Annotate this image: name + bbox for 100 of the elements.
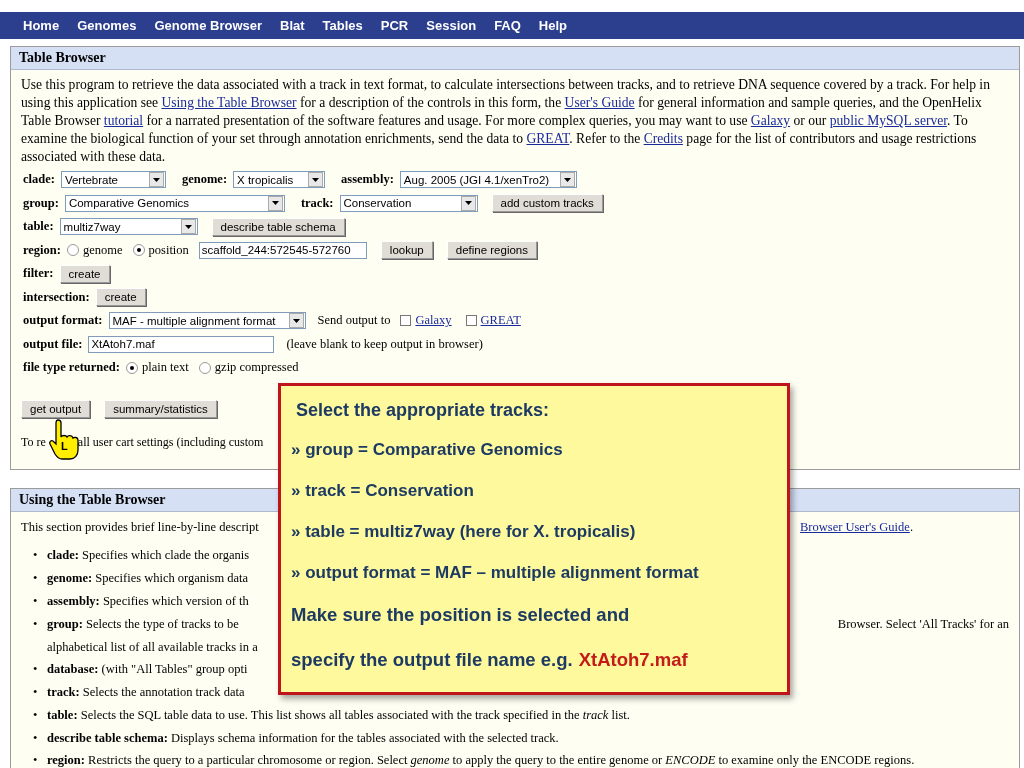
field-label: intersection: (23, 289, 90, 305)
list-item-text: clade: Specifies which clade the organis (47, 546, 250, 564)
option-label: position (148, 242, 189, 258)
link[interactable]: GREAT (526, 131, 570, 146)
nav-link[interactable]: Genomes (68, 18, 146, 33)
nav-link[interactable]: Tables (313, 18, 372, 33)
nav-link[interactable]: Genome Browser (145, 18, 272, 33)
link[interactable]: Galaxy (750, 113, 791, 128)
callout-line: specify the output file name e.g. (291, 649, 573, 672)
field-label: region: (23, 242, 61, 258)
link[interactable]: Galaxy (415, 313, 452, 329)
nav-link[interactable]: Session (417, 18, 486, 33)
dropdown[interactable]: MAF - multiple alignment format (108, 312, 306, 330)
radio-button[interactable] (66, 244, 79, 257)
dropdown[interactable]: Comparative Genomics (64, 194, 285, 212)
cursor-letter: L (61, 440, 68, 452)
bullet: • (33, 661, 38, 679)
link[interactable]: GREAT (480, 313, 521, 329)
field-label: table: (23, 219, 54, 235)
link[interactable]: public MySQL server (829, 113, 948, 128)
file-name-text: XtAtoh7.maf (578, 649, 688, 672)
list-item-text: group: Selects the type of tracks to be (47, 615, 239, 633)
link[interactable]: Credits (643, 131, 683, 146)
callout-line: » group = Comparative Genomics (291, 440, 564, 461)
intro-paragraph: Use this program to retrieve the data associated with a track in text format, to calculate intersections between tracks, and to retrieve DNA sequence covered by a track. For help in using this application see Using the Table Browser for a description of the controls in this form, the User's Guide for general information and sample queries, and the OpenHelix Table Browser tutorial for a narrated presentation of the software features and usage. For more complex queries, you may want to use Galaxy or our public MySQL server. To examine the biological function of your set through annotation enrichments, send the data to GREAT. Refer to the Credits page for the list of contributors and usage restrictions associated with these data. (21, 76, 991, 166)
link[interactable]: Using the Table Browser (161, 95, 297, 110)
radio-button[interactable] (198, 361, 211, 374)
button[interactable]: create (59, 264, 110, 283)
button[interactable]: describe table schema (211, 217, 345, 236)
field-label: genome: (181, 172, 228, 188)
input-field[interactable]: XtAtoh7.maf (88, 335, 275, 353)
dropdown[interactable]: multiz7way (59, 218, 198, 236)
callout-line: » table = multiz7way (here for X. tropicalis) (291, 522, 637, 543)
hint-text: (leave blank to keep output in browser) (286, 336, 483, 352)
dropdown[interactable]: Aug. 2005 (JGI 4.1/xenTro2) (399, 171, 577, 189)
radio-button[interactable] (132, 244, 145, 257)
field-label: track: (300, 195, 334, 211)
link[interactable]: Browser User's Guide (800, 519, 910, 534)
caret-icon (460, 195, 476, 211)
option-label: genome (82, 242, 123, 258)
callout-line: » track = Conservation (291, 481, 475, 502)
punctuation: . (909, 519, 913, 534)
nav-link[interactable]: Help (529, 18, 577, 33)
reset-text: To re (21, 435, 46, 451)
list-item-text: alphabetical list of all available tracks in a (47, 639, 258, 654)
callout-heading: Select the appropriate tracks: (296, 400, 551, 422)
field-label: assembly: (341, 172, 394, 188)
field-label: clade: (23, 172, 55, 188)
field-label: output format: (23, 313, 103, 329)
button[interactable]: summary/statistics (104, 400, 217, 419)
bullet: • (33, 569, 38, 587)
callout-line: » output format = MAF – multiple alignment format (291, 563, 700, 584)
bullet: • (33, 684, 38, 702)
input-field[interactable]: scaffold_244:572545-572760 (198, 241, 367, 259)
checkbox[interactable] (465, 315, 477, 327)
caret-icon (308, 172, 324, 188)
link[interactable]: tutorial (103, 113, 144, 128)
field-label: file type returned: (23, 360, 120, 376)
list-item-text: region: Restricts the query to a particular chromosome or region. Select genome to apply the query to the entire genome or ENCODE to examine only the ENCODE regions. (47, 753, 915, 768)
bullet: • (33, 592, 38, 610)
list-item-text: describe table schema: Displays schema information for the tables associated with the selected track. (47, 730, 559, 745)
panel-title: Using the Table Browser (19, 491, 166, 507)
bullet: • (33, 546, 38, 564)
list-item-text: assembly: Specifies which version of th (47, 592, 249, 610)
dropdown[interactable]: Conservation (339, 194, 478, 212)
reset-text: all user cart settings (including custom (77, 435, 264, 451)
button[interactable]: define regions (446, 241, 537, 260)
button[interactable]: lookup (380, 241, 433, 260)
caret-icon (288, 313, 304, 329)
section-text: This section provides brief line-by-line descript (21, 518, 259, 536)
caret-icon (559, 172, 575, 188)
option-label: gzip compressed (214, 360, 299, 376)
caret-icon (267, 195, 283, 211)
list-item-text: track: Selects the annotation track data (47, 684, 245, 702)
list-item-text: Browser. Select 'All Tracks' for an (837, 615, 1009, 633)
field-label: filter: (23, 266, 54, 282)
button[interactable]: get output (21, 400, 91, 419)
nav-link[interactable]: Blat (271, 18, 314, 33)
field-label: group: (23, 195, 59, 211)
caret-icon (180, 219, 196, 235)
bullet: • (33, 615, 38, 633)
button[interactable]: add custom tracks (491, 194, 603, 213)
hint-text: Send output to (317, 313, 391, 329)
dropdown[interactable]: Vertebrate (60, 171, 166, 189)
field-label: output file: (23, 336, 83, 352)
link[interactable]: User's Guide (564, 95, 635, 110)
nav-link[interactable]: PCR (371, 18, 418, 33)
radio-button[interactable] (125, 361, 138, 374)
nav-link[interactable]: Home (14, 18, 69, 33)
callout-line: Make sure the position is selected and (291, 604, 630, 627)
bullet: • (33, 752, 38, 768)
nav-link[interactable]: FAQ (485, 18, 530, 33)
panel-title: Table Browser (19, 50, 106, 65)
button[interactable]: create (95, 288, 146, 307)
checkbox[interactable] (400, 315, 412, 327)
list-item-text: table: Selects the SQL table data to use. This list shows all tables associated with the track specified in the track list. (47, 708, 630, 723)
option-label: plain text (141, 360, 189, 376)
caret-icon (148, 172, 164, 188)
dropdown[interactable]: X tropicalis (233, 171, 326, 189)
list-item-text: genome: Specifies which organism data (47, 569, 249, 587)
